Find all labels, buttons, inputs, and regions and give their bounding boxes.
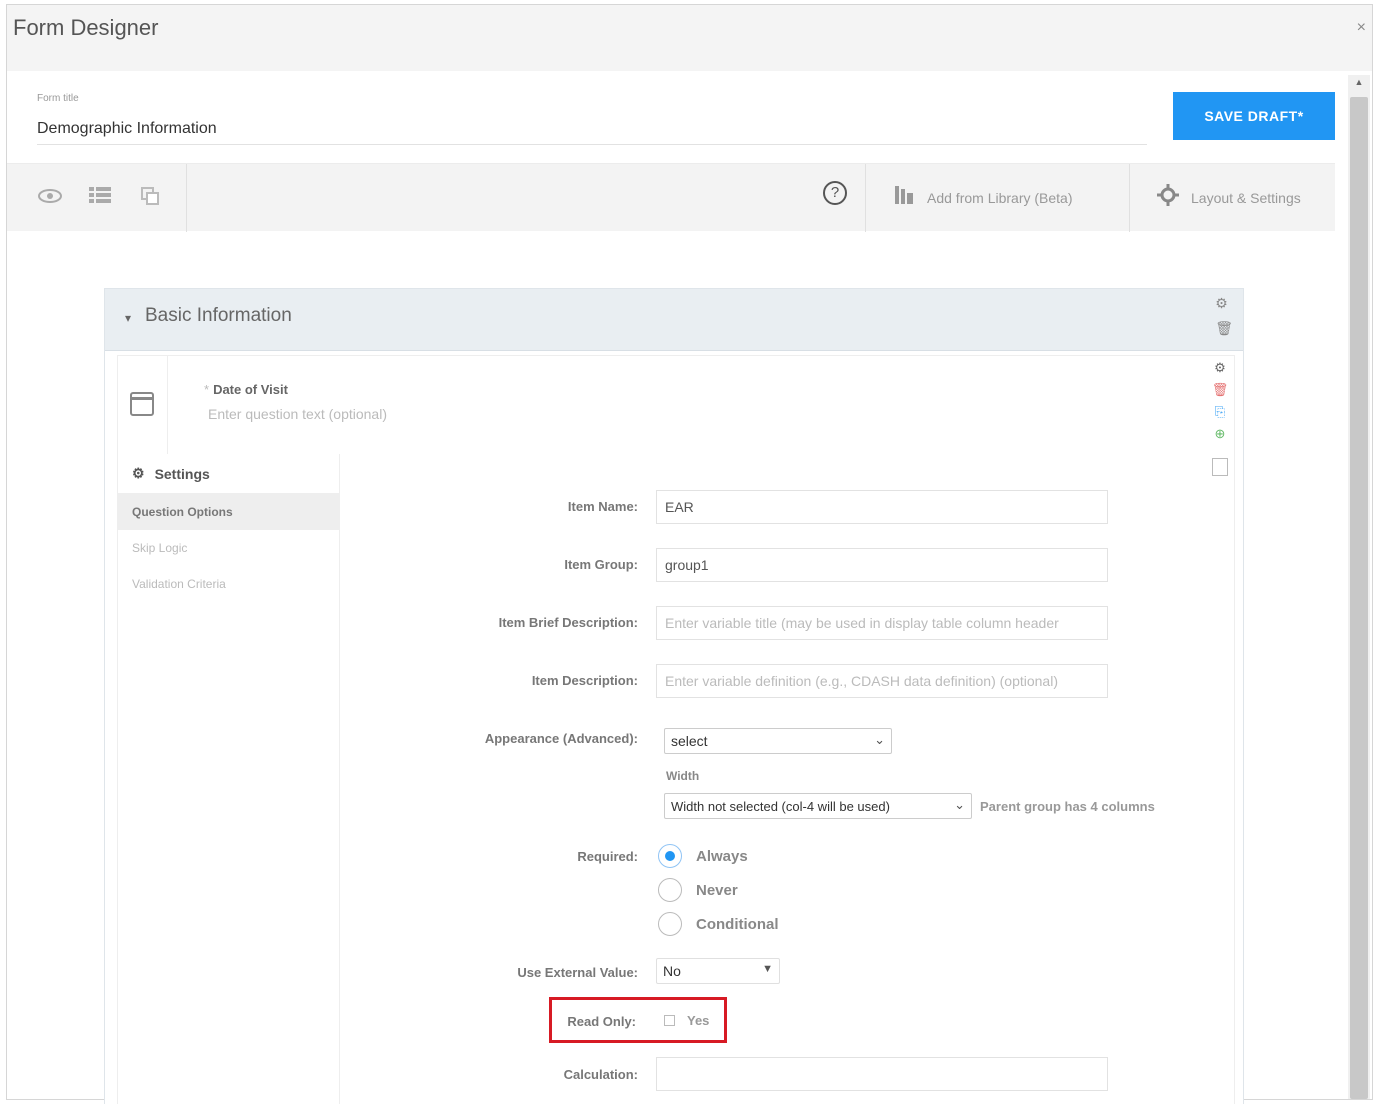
caret-down-icon: ▼ — [762, 963, 773, 975]
use-external-value-select[interactable]: No ▼ — [656, 958, 780, 984]
layout-settings-label: Layout & Settings — [1191, 190, 1301, 206]
item-group-input[interactable] — [656, 548, 1108, 582]
settings-nav-skip-logic[interactable]: Skip Logic — [118, 530, 339, 566]
title-bar: Form Designer × — [7, 5, 1372, 71]
help-icon[interactable]: ? — [823, 181, 847, 205]
library-icon — [893, 184, 915, 212]
copy-icon[interactable] — [137, 186, 163, 210]
form-title-input[interactable] — [37, 113, 1147, 145]
settings-nav-validation-criteria[interactable]: Validation Criteria — [118, 566, 339, 602]
question-delete-icon[interactable]: 🗑︎ — [1211, 382, 1229, 398]
radio-circle-checked — [658, 844, 682, 868]
layout-settings-button[interactable]: Layout & Settings — [1157, 164, 1301, 232]
settings-nav-question-options[interactable]: Question Options — [118, 494, 339, 530]
use-external-value-label: Use External Value: — [517, 965, 638, 980]
read-only-label: Read Only: — [567, 1014, 636, 1029]
calculation-input[interactable] — [656, 1057, 1108, 1091]
close-icon[interactable]: × — [1357, 19, 1366, 37]
chevron-down-icon: ⌄ — [954, 797, 965, 812]
settings-sidebar: ⚙ Settings Question Options Skip Logic V… — [118, 454, 340, 1104]
toolbar-view-group — [7, 164, 187, 232]
required-never-radio[interactable]: Never — [658, 878, 738, 902]
list-view-icon[interactable] — [87, 186, 113, 210]
item-description-input[interactable] — [656, 664, 1108, 698]
required-always-radio[interactable]: Always — [658, 844, 748, 868]
item-name-input[interactable] — [656, 490, 1108, 524]
form-title-label: Form title — [37, 93, 79, 104]
toolbar-divider — [1129, 164, 1130, 232]
appearance-select[interactable]: select ⌄ — [664, 728, 892, 754]
save-draft-button[interactable]: SAVE DRAFT* — [1173, 92, 1335, 140]
width-hint: Parent group has 4 columns — [980, 799, 1155, 814]
scroll-up-arrow-icon[interactable]: ▲ — [1348, 77, 1370, 87]
calendar-icon — [130, 392, 154, 416]
scrollbar-thumb[interactable] — [1350, 97, 1368, 1099]
question-settings-gear-icon[interactable]: ⚙ — [1211, 360, 1229, 376]
section-delete-icon[interactable]: 🗑︎ — [1215, 320, 1233, 337]
checkbox-box — [664, 1015, 675, 1026]
read-only-checkbox[interactable]: Yes — [664, 1013, 709, 1028]
section-settings-gear-icon[interactable]: ⚙ — [1215, 295, 1233, 312]
radio-circle — [658, 878, 682, 902]
settings-header: ⚙ Settings — [118, 454, 339, 494]
required-conditional-radio[interactable]: Conditional — [658, 912, 779, 936]
item-group-label: Item Group: — [564, 557, 638, 572]
gear-icon — [1157, 184, 1179, 212]
question-select-icon[interactable] — [1212, 458, 1228, 476]
radio-circle — [658, 912, 682, 936]
item-description-label: Item Description: — [531, 673, 638, 688]
section-header[interactable]: ▾ Basic Information ⚙ 🗑︎ — [105, 289, 1243, 351]
item-name-label: Item Name: — [567, 499, 638, 514]
question-duplicate-icon[interactable]: ⎘ — [1211, 404, 1229, 420]
width-label: Width — [666, 769, 700, 783]
chevron-down-icon: ⌄ — [874, 732, 885, 747]
settings-gear-icon: ⚙ — [132, 465, 145, 481]
window-title: Form Designer — [13, 15, 159, 40]
item-brief-description-label: Item Brief Description: — [498, 615, 638, 630]
toolbar-divider — [865, 164, 866, 232]
preview-eye-icon[interactable] — [37, 186, 63, 210]
vertical-scrollbar[interactable]: ▲ — [1348, 75, 1370, 1099]
collapse-caret-icon[interactable]: ▾ — [125, 311, 131, 325]
question-type-cell — [118, 356, 168, 454]
add-from-library-button[interactable]: Add from Library (Beta) — [893, 164, 1073, 232]
appearance-label: Appearance (Advanced): — [484, 731, 638, 746]
required-label: Required: — [577, 849, 638, 864]
question-description[interactable]: Enter question text (optional) — [208, 406, 387, 422]
question-add-library-icon[interactable]: ⊕ — [1211, 426, 1229, 442]
add-from-library-label: Add from Library (Beta) — [927, 190, 1073, 206]
calculation-label: Calculation: — [563, 1067, 638, 1082]
section-title: Basic Information — [145, 305, 292, 326]
designer-toolbar: ? Add from Library (Beta) Layout & Setti… — [7, 163, 1335, 232]
section-tools: ⚙ 🗑︎ — [1215, 295, 1233, 337]
width-select[interactable]: Width not selected (col-4 will be used) … — [664, 793, 972, 819]
question-label[interactable]: * Date of Visit — [204, 382, 288, 397]
item-brief-description-input[interactable] — [656, 606, 1108, 640]
question-tools: ⚙ 🗑︎ ⎘ ⊕ — [1210, 360, 1230, 476]
